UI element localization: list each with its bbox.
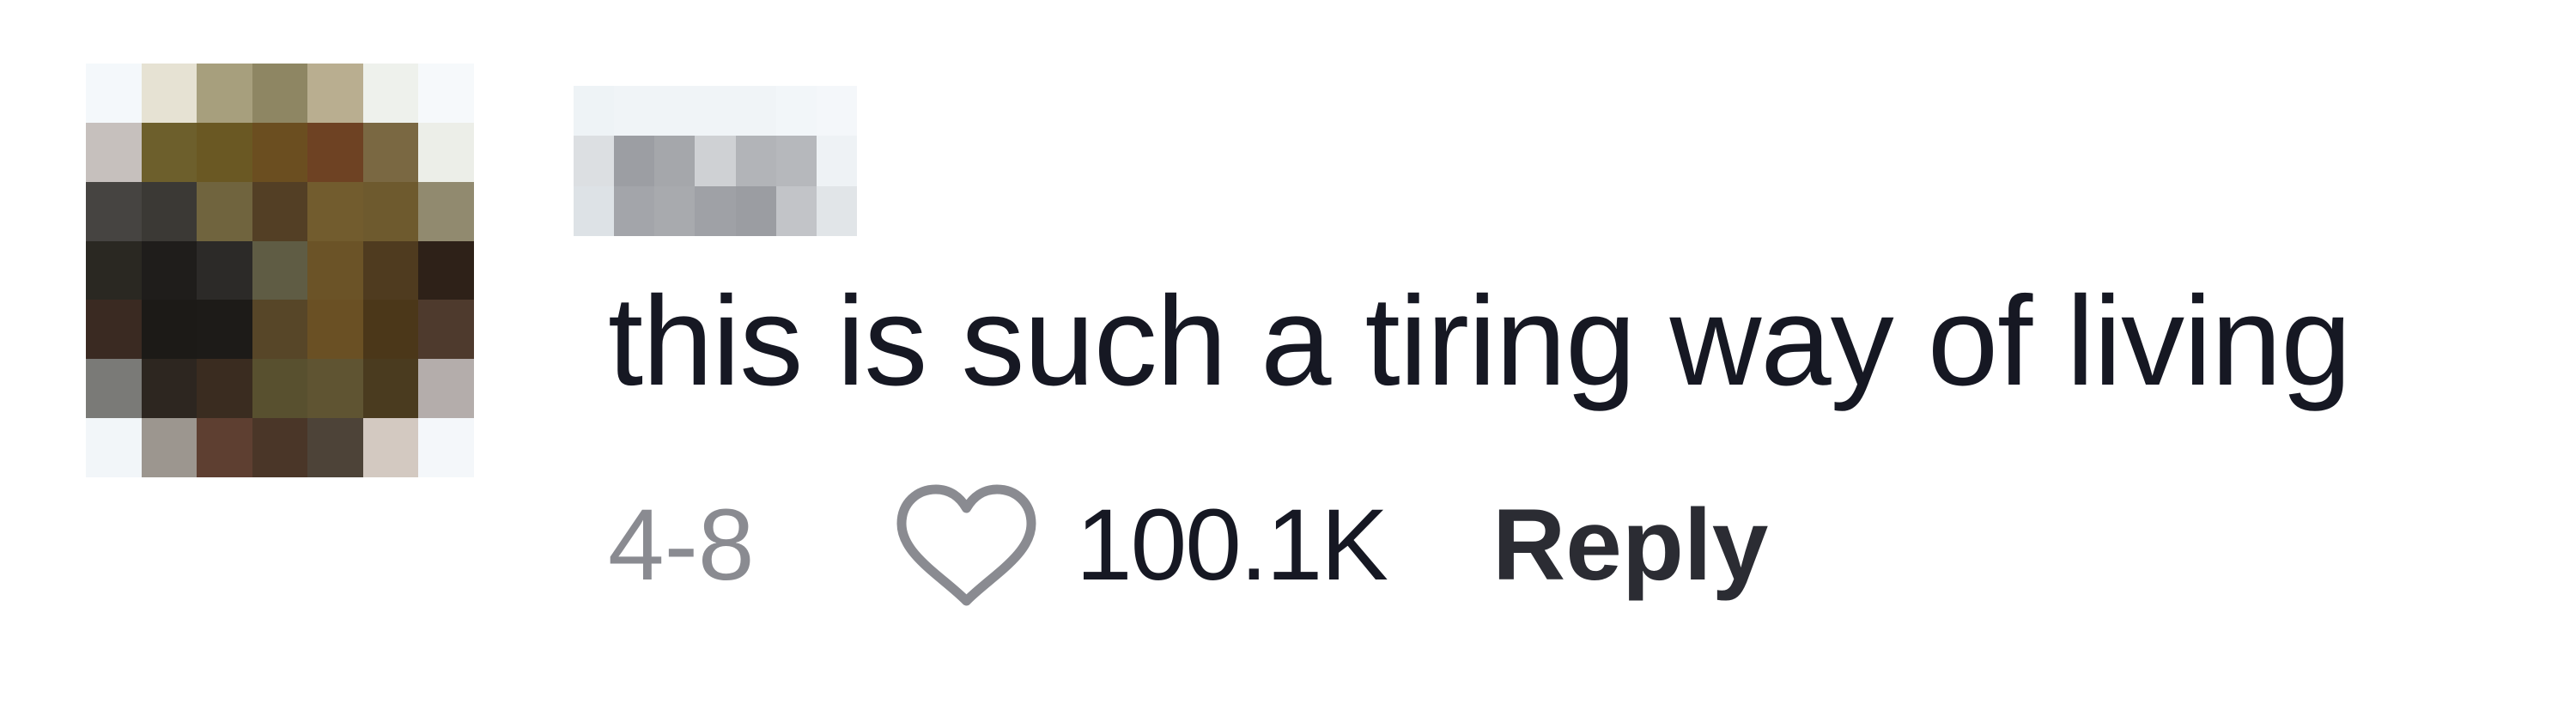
comment-item: this is such a tiring way of living 4-8 … [0, 0, 2576, 722]
reply-button[interactable]: Reply [1492, 487, 1768, 604]
comment-text: this is such a tiring way of living [608, 270, 2352, 412]
avatar[interactable] [86, 64, 474, 477]
comment-date: 4-8 [608, 488, 755, 602]
comment-meta: 4-8 100.1K Reply [608, 481, 1768, 610]
username-blurred[interactable] [574, 86, 857, 236]
like-count: 100.1K [1076, 488, 1388, 602]
heart-outline-icon[interactable] [891, 481, 1042, 610]
like-button[interactable]: 100.1K [891, 481, 1492, 610]
